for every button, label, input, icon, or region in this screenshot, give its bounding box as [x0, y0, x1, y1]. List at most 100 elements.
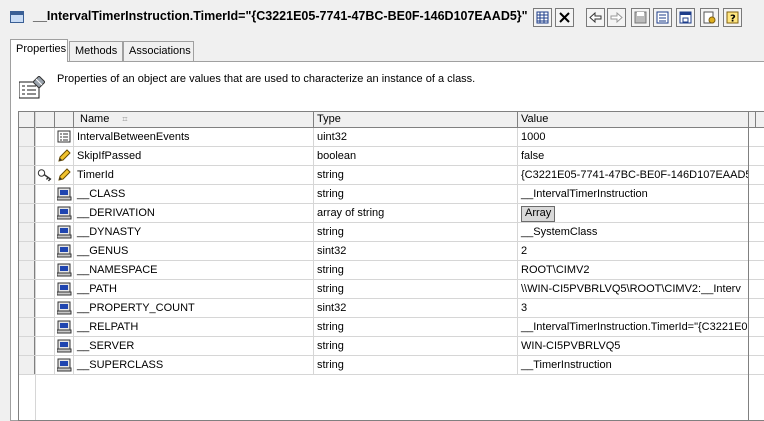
property-value[interactable]: false [518, 147, 748, 165]
property-value[interactable]: 1000 [518, 128, 748, 146]
row-selector[interactable] [19, 128, 35, 146]
property-value[interactable]: Array [518, 204, 748, 222]
property-value-text: WIN-CI5PVBRLVQ5 [521, 340, 621, 352]
save-button[interactable] [631, 8, 650, 27]
array-button[interactable]: Array [521, 206, 556, 222]
property-name[interactable]: __RELPATH [74, 318, 314, 336]
svg-text:?: ? [730, 14, 736, 25]
system-icon [56, 206, 72, 222]
property-type[interactable]: string [314, 318, 518, 336]
table-row[interactable]: IntervalBetweenEvents uint32 1000 [19, 128, 764, 147]
tab-properties[interactable]: Properties [10, 39, 68, 62]
row-selector[interactable] [19, 299, 35, 317]
row-selector[interactable] [19, 280, 35, 298]
row-key-cell [35, 242, 55, 260]
property-type[interactable]: sint32 [314, 242, 518, 260]
table-row[interactable]: __CLASS string __IntervalTimerInstruction [19, 185, 764, 204]
row-selector[interactable] [19, 318, 35, 336]
property-type[interactable]: string [314, 223, 518, 241]
row-key-cell [35, 223, 55, 241]
row-icon-cell [55, 147, 74, 165]
property-type[interactable]: string [314, 337, 518, 355]
property-name[interactable]: IntervalBetweenEvents [74, 128, 314, 146]
property-name[interactable]: __SERVER [74, 337, 314, 355]
property-type[interactable]: string [314, 356, 518, 374]
table-row[interactable]: __SERVER string WIN-CI5PVBRLVQ5 [19, 337, 764, 356]
row-key-cell [35, 318, 55, 336]
forward-button[interactable] [607, 8, 626, 27]
row-icon-cell [55, 337, 74, 355]
property-value[interactable]: \\WIN-CI5PVBRLVQ5\ROOT\CIMV2:__Interv [518, 280, 748, 298]
row-selector[interactable] [19, 337, 35, 355]
property-type[interactable]: string [314, 280, 518, 298]
property-name[interactable]: __DERIVATION [74, 204, 314, 222]
column-header-name-label: Name [80, 113, 110, 125]
table-row[interactable]: __PROPERTY_COUNT sint32 3 [19, 299, 764, 318]
column-header-type[interactable]: Type [314, 112, 518, 127]
row-selector[interactable] [19, 166, 35, 184]
close-button[interactable] [555, 8, 574, 27]
row-key-cell [35, 280, 55, 298]
property-name[interactable]: SkipIfPassed [74, 147, 314, 165]
table-row[interactable]: __SUPERCLASS string __TimerInstruction [19, 356, 764, 375]
property-type[interactable]: array of string [314, 204, 518, 222]
property-value[interactable]: __TimerInstruction [518, 356, 748, 374]
row-key-cell [35, 337, 55, 355]
row-selector[interactable] [19, 185, 35, 203]
system-icon [56, 225, 72, 241]
property-value[interactable]: WIN-CI5PVBRLVQ5 [518, 337, 748, 355]
object-icon [10, 11, 24, 23]
row-selector[interactable] [19, 223, 35, 241]
table-row[interactable]: SkipIfPassed boolean false [19, 147, 764, 166]
row-selector[interactable] [19, 261, 35, 279]
table-row[interactable]: __NAMESPACE string ROOT\CIMV2 [19, 261, 764, 280]
pencil-icon [57, 149, 71, 165]
property-name[interactable]: __PROPERTY_COUNT [74, 299, 314, 317]
property-name[interactable]: __SUPERCLASS [74, 356, 314, 374]
table-row[interactable]: __GENUS sint32 2 [19, 242, 764, 261]
header-key [35, 112, 55, 127]
grid-view-button[interactable] [533, 8, 552, 27]
column-header-name[interactable]: Name ⌗ [74, 112, 314, 127]
tab-associations[interactable]: Associations [123, 41, 194, 61]
column-header-value[interactable]: Value [518, 112, 756, 127]
table-row[interactable]: __PATH string \\WIN-CI5PVBRLVQ5\ROOT\CIMV2… [19, 280, 764, 299]
table-row[interactable]: __DERIVATION array of string Array [19, 204, 764, 223]
property-value[interactable]: __SystemClass [518, 223, 748, 241]
property-value[interactable]: 3 [518, 299, 748, 317]
row-selector[interactable] [19, 147, 35, 165]
property-value[interactable]: __IntervalTimerInstruction [518, 185, 748, 203]
row-selector[interactable] [19, 356, 35, 374]
property-value[interactable]: __IntervalTimerInstruction.TimerId="{C32… [518, 318, 748, 336]
property-value[interactable]: 2 [518, 242, 748, 260]
row-selector[interactable] [19, 204, 35, 222]
table-row[interactable]: __RELPATH string __IntervalTimerInstructio… [19, 318, 764, 337]
property-name[interactable]: TimerId [74, 166, 314, 184]
property-value[interactable]: {C3221E05-7741-47BC-BE0F-146D107EAAD5 [518, 166, 748, 184]
property-type[interactable]: boolean [314, 147, 518, 165]
help-button[interactable]: ? [723, 8, 742, 27]
tab-methods[interactable]: Methods [69, 41, 123, 61]
property-name[interactable]: __PATH [74, 280, 314, 298]
property-name[interactable]: __CLASS [74, 185, 314, 203]
property-type[interactable]: string [314, 185, 518, 203]
property-name[interactable]: __NAMESPACE [74, 261, 314, 279]
property-type[interactable]: sint32 [314, 299, 518, 317]
properties-button[interactable] [653, 8, 672, 27]
property-value-text: \\WIN-CI5PVBRLVQ5\ROOT\CIMV2:__Interv [521, 283, 741, 295]
system-icon [56, 282, 72, 298]
property-name[interactable]: __DYNASTY [74, 223, 314, 241]
table-row[interactable]: TimerId string {C3221E05-7741-47BC-BE0F-14… [19, 166, 764, 185]
property-value[interactable]: ROOT\CIMV2 [518, 261, 748, 279]
window-button[interactable] [676, 8, 695, 27]
permissions-button[interactable] [700, 8, 719, 27]
property-type[interactable]: string [314, 261, 518, 279]
property-type[interactable]: uint32 [314, 128, 518, 146]
row-selector[interactable] [19, 242, 35, 260]
property-name[interactable]: __GENUS [74, 242, 314, 260]
row-icon-cell [55, 185, 74, 203]
table-row[interactable]: __DYNASTY string __SystemClass [19, 223, 764, 242]
row-icon-cell [55, 261, 74, 279]
back-button[interactable] [586, 8, 605, 27]
property-type[interactable]: string [314, 166, 518, 184]
